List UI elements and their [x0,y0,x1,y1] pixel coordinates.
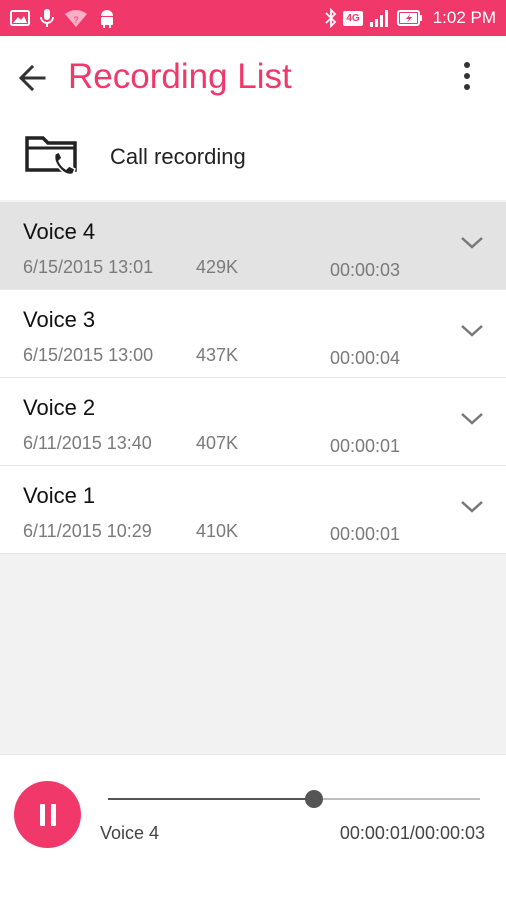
app-bar: Recording List Call recording [0,36,506,200]
image-icon [10,10,30,26]
status-right: 4G 1:02 PM [325,8,496,28]
chevron-down-icon[interactable] [460,234,484,252]
recording-name: Voice 4 [23,219,96,244]
recording-date: 6/11/2015 13:40 [23,433,152,453]
recording-size: 407K [196,433,239,453]
playback-progress [108,798,315,800]
page-title: Recording List [68,57,292,96]
recording-item[interactable]: Voice 3 6/15/2015 13:00 437K 00:00:04 [0,290,506,378]
chevron-down-icon[interactable] [460,410,484,428]
recording-item[interactable]: Voice 1 6/11/2015 10:29 410K 00:00:01 [0,466,506,554]
recording-duration: 00:00:01 [330,436,401,456]
recording-size: 429K [196,257,239,277]
network-type-badge: 4G [343,10,363,26]
mic-icon [40,9,54,27]
chevron-down-icon[interactable] [460,322,484,340]
recording-item[interactable]: Voice 2 6/11/2015 13:40 407K 00:00:01 [0,378,506,466]
overflow-menu-icon [452,62,482,102]
folder-phone-icon [25,128,81,184]
overflow-menu-button[interactable] [452,58,482,98]
pause-icon [50,803,56,826]
recording-size: 437K [196,345,239,365]
call-recording-label: Call recording [110,144,246,169]
recording-duration: 00:00:03 [330,260,401,280]
playback-time: 00:00:01/00:00:03 [339,823,485,843]
now-playing-name: Voice 4 [100,823,160,843]
chevron-down-icon[interactable] [460,498,484,516]
back-arrow-icon [14,64,54,102]
playback-seekbar[interactable] [108,790,480,808]
recording-name: Voice 1 [23,483,96,508]
pause-icon [39,803,45,826]
recording-duration: 00:00:04 [330,348,401,368]
playback-panel: Voice 4 00:00:01/00:00:03 [0,754,506,901]
svg-text:?: ? [73,15,78,25]
recording-date: 6/15/2015 13:00 [23,345,154,365]
bluetooth-icon [325,8,337,28]
status-bar: ? 4G 1:02 PM [0,0,506,36]
recording-list: Voice 4 6/15/2015 13:01 429K 00:00:03 Vo… [0,202,506,554]
recording-date: 6/15/2015 13:01 [23,257,154,277]
android-icon [98,8,116,28]
status-left: ? [10,8,116,28]
call-recording-item[interactable]: Call recording [0,128,506,192]
wifi-question-icon: ? [64,9,88,27]
battery-charging-icon [396,9,423,27]
seekbar-thumb[interactable] [305,790,324,808]
back-button[interactable] [14,58,54,98]
pause-button[interactable] [14,781,81,848]
signal-icon [369,9,391,27]
recording-name: Voice 3 [23,307,96,332]
recording-size: 410K [196,521,239,541]
recording-duration: 00:00:01 [330,524,401,544]
recording-item[interactable]: Voice 4 6/15/2015 13:01 429K 00:00:03 [0,202,506,290]
recording-name: Voice 2 [23,395,96,420]
status-time: 1:02 PM [432,8,496,27]
recording-date: 6/11/2015 10:29 [23,521,152,541]
